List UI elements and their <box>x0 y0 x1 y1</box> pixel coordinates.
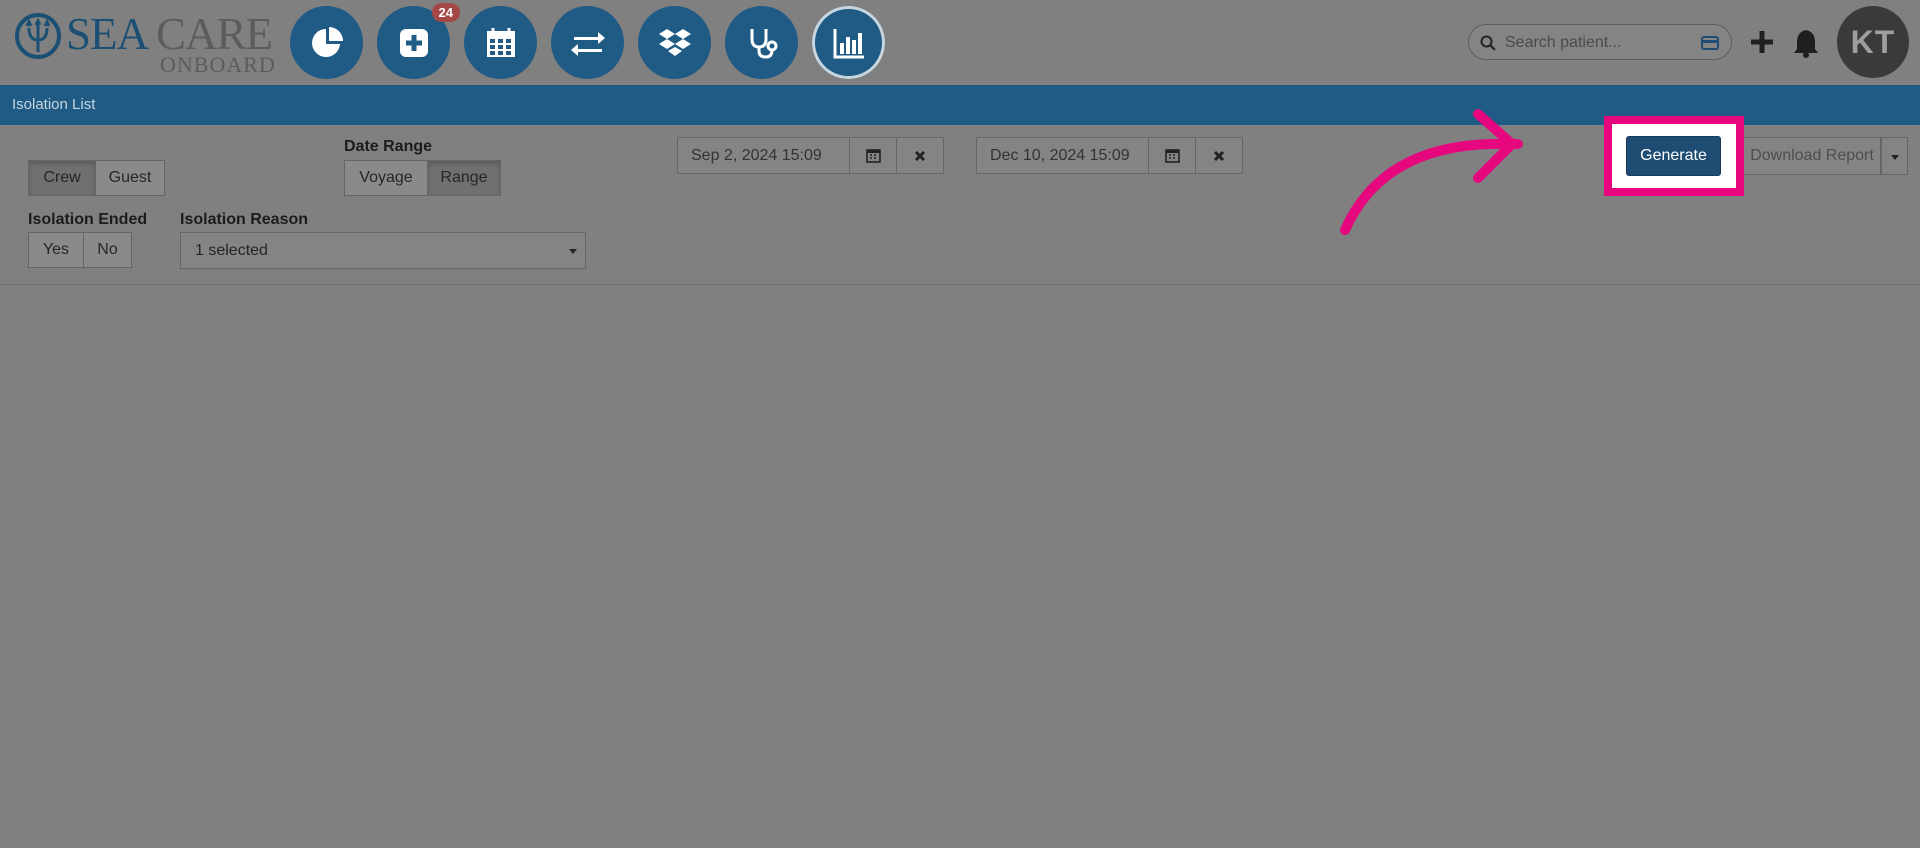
tutorial-arrow-icon <box>1340 109 1523 235</box>
isolation-reason-select[interactable]: 1 selected <box>180 232 586 269</box>
search-icon <box>1480 35 1496 51</box>
end-date-field[interactable]: Dec 10, 2024 15:09 <box>976 137 1149 174</box>
calendar-icon <box>865 149 881 163</box>
end-date-clear-button[interactable] <box>1195 137 1243 174</box>
calendar-icon <box>1164 149 1180 163</box>
isolation-ended-no-toggle[interactable]: No <box>83 232 132 268</box>
start-date-clear-button[interactable] <box>896 137 944 174</box>
range-toggle[interactable]: Range <box>427 160 501 196</box>
stethoscope-icon <box>750 28 777 59</box>
end-date-calendar-button[interactable] <box>1148 137 1196 174</box>
page-title: Isolation List <box>12 96 96 113</box>
nav-new-visit-button[interactable]: 24 <box>377 3 460 79</box>
isolation-reason-label: Isolation Reason <box>180 211 309 228</box>
nav-medical-button[interactable] <box>725 6 798 79</box>
seacare-logo[interactable]: SEA CARE ONBOARD <box>14 8 276 77</box>
nav-calendar-button[interactable] <box>464 6 537 79</box>
date-range-label: Date Range <box>344 138 433 155</box>
voyage-toggle[interactable]: Voyage <box>344 160 428 196</box>
user-avatar[interactable]: KT <box>1837 6 1909 78</box>
isolation-ended-yes-toggle[interactable]: Yes <box>28 232 84 268</box>
nav-reports-button[interactable] <box>812 6 885 79</box>
logo-onboard-text: ONBOARD <box>160 52 276 77</box>
calendar-icon <box>486 27 515 57</box>
bell-icon[interactable] <box>1791 27 1821 59</box>
logo-care-text: CARE <box>156 9 273 59</box>
trident-icon <box>15 13 61 59</box>
bar-chart-icon <box>833 28 864 58</box>
dropbox-icon <box>658 28 691 56</box>
isolation-reason-value: 1 selected <box>195 241 268 259</box>
crew-toggle[interactable]: Crew <box>28 160 96 196</box>
start-date-field[interactable]: Sep 2, 2024 15:09 <box>677 137 850 174</box>
filter-divider <box>0 284 1920 285</box>
search-input[interactable] <box>1503 31 1697 55</box>
close-icon <box>914 150 926 161</box>
id-card-icon[interactable] <box>1701 36 1719 50</box>
nav-transfer-button[interactable] <box>551 6 624 79</box>
nav-dashboard-button[interactable] <box>290 6 363 79</box>
guest-toggle[interactable]: Guest <box>95 160 165 196</box>
patient-search[interactable] <box>1468 24 1732 60</box>
start-date-calendar-button[interactable] <box>849 137 897 174</box>
download-report-button[interactable]: Download Report <box>1744 137 1881 175</box>
nav-files-button[interactable] <box>638 6 711 79</box>
transfer-arrows-icon <box>570 31 605 56</box>
add-icon[interactable] <box>1747 27 1777 57</box>
chevron-down-icon <box>1891 155 1899 160</box>
download-options-toggle[interactable] <box>1881 137 1908 175</box>
close-icon <box>1213 150 1225 161</box>
isolation-ended-label: Isolation Ended <box>28 211 148 228</box>
pie-chart-icon <box>311 26 343 57</box>
medical-plus-icon <box>399 28 428 57</box>
logo-sea-text: SEA <box>66 9 149 59</box>
generate-button[interactable]: Generate <box>1626 136 1721 176</box>
chevron-down-icon <box>569 249 577 254</box>
notification-count-badge: 24 <box>431 3 460 22</box>
top-navigation-bar: SEA CARE ONBOARD 24 Search patient... KT <box>0 0 1920 85</box>
